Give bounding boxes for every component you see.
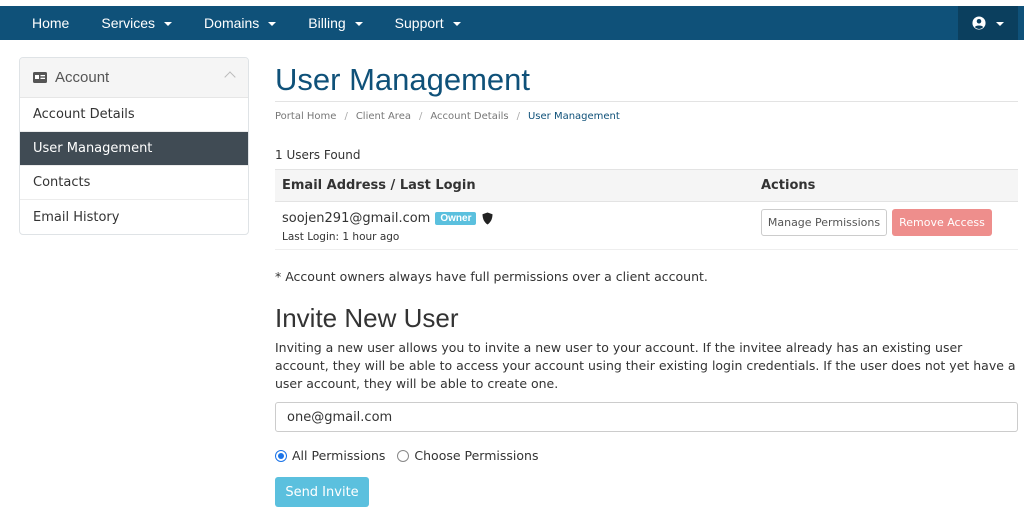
choose-permissions-label: Choose Permissions — [414, 448, 539, 463]
sidebar-item-account-details[interactable]: Account Details — [20, 98, 248, 132]
chevron-up-icon[interactable] — [224, 71, 236, 83]
breadcrumb-separator: / — [418, 110, 423, 122]
caret-down-icon — [996, 22, 1004, 26]
breadcrumb-current: User Management — [527, 110, 620, 122]
table-header: Email Address / Last Login Actions — [275, 169, 1018, 202]
nav-services[interactable]: Services — [85, 6, 188, 40]
sidebar-item-label: Contacts — [33, 175, 91, 190]
sidebar-item-label: User Management — [33, 141, 153, 156]
owner-badge: Owner — [435, 212, 477, 225]
caret-down-icon — [164, 22, 173, 26]
sidebar-title: Account — [55, 69, 110, 86]
breadcrumb: Portal Home / Client Area / Account Deta… — [275, 108, 1018, 124]
nav-home[interactable]: Home — [0, 6, 85, 40]
send-invite-button[interactable]: Send Invite — [275, 477, 369, 507]
sidebar-item-label: Account Details — [33, 107, 135, 122]
caret-down-icon — [268, 22, 277, 26]
all-permissions-option[interactable]: All Permissions — [275, 448, 385, 463]
top-navbar: Home Services Domains Billing Support — [0, 6, 1024, 40]
caret-down-icon — [354, 22, 363, 26]
page-title: User Management — [275, 58, 1018, 102]
user-email: soojen291@gmail.com — [282, 211, 431, 226]
user-email-cell: soojen291@gmail.com Owner — [282, 211, 493, 226]
invite-email-input[interactable]: one@gmail.com — [275, 402, 1018, 432]
nav-support[interactable]: Support — [379, 6, 477, 40]
owner-permissions-note: * Account owners always have full permis… — [275, 269, 708, 284]
account-sidebar: Account Account Details User Management … — [19, 57, 249, 235]
choose-permissions-radio[interactable] — [397, 449, 410, 462]
invite-email-value: one@gmail.com — [287, 409, 393, 425]
nav-home-label: Home — [32, 15, 70, 31]
breadcrumb-separator: / — [516, 110, 520, 122]
sidebar-item-contacts[interactable]: Contacts — [20, 166, 248, 200]
sidebar-item-label: Email History — [33, 209, 120, 225]
column-header-email: Email Address / Last Login — [282, 178, 476, 193]
permissions-radio-group: All Permissions Choose Permissions — [275, 448, 1018, 463]
choose-permissions-option[interactable]: Choose Permissions — [397, 448, 538, 463]
all-permissions-radio[interactable] — [275, 449, 287, 462]
sidebar-item-email-history[interactable]: Email History — [20, 200, 248, 234]
id-card-icon — [33, 72, 47, 83]
invite-description: Inviting a new user allows you to invite… — [275, 340, 1016, 391]
nav-domains-label: Domains — [204, 15, 260, 31]
shield-icon — [482, 212, 493, 225]
nav-domains[interactable]: Domains — [188, 6, 292, 40]
breadcrumb-account-details[interactable]: Account Details — [430, 111, 508, 122]
nav-billing[interactable]: Billing — [292, 6, 378, 40]
caret-down-icon — [452, 22, 461, 26]
nav-support-label: Support — [394, 15, 444, 31]
breadcrumb-portal-home[interactable]: Portal Home — [275, 111, 336, 122]
sidebar-item-user-management[interactable]: User Management — [20, 132, 248, 166]
user-circle-icon — [972, 16, 986, 30]
user-menu-button[interactable] — [958, 6, 1018, 40]
users-table: Email Address / Last Login Actions sooje… — [275, 169, 1018, 250]
all-permissions-label: All Permissions — [292, 448, 386, 463]
sidebar-header[interactable]: Account — [20, 58, 248, 98]
invite-section-title: Invite New User — [275, 303, 459, 333]
users-count: 1 Users Found — [275, 148, 361, 162]
nav-services-label: Services — [101, 15, 156, 31]
manage-permissions-button[interactable]: Manage Permissions — [761, 209, 887, 236]
remove-access-button[interactable]: Remove Access — [892, 209, 992, 236]
main-content: User Management Portal Home / Client Are… — [275, 58, 1018, 507]
breadcrumb-client-area[interactable]: Client Area — [356, 111, 411, 122]
column-header-actions: Actions — [761, 178, 816, 193]
table-row: soojen291@gmail.com Owner Last Login: 1 … — [275, 202, 1018, 250]
nav-billing-label: Billing — [308, 15, 346, 31]
breadcrumb-separator: / — [344, 110, 348, 122]
last-login: Last Login: 1 hour ago — [282, 231, 400, 243]
